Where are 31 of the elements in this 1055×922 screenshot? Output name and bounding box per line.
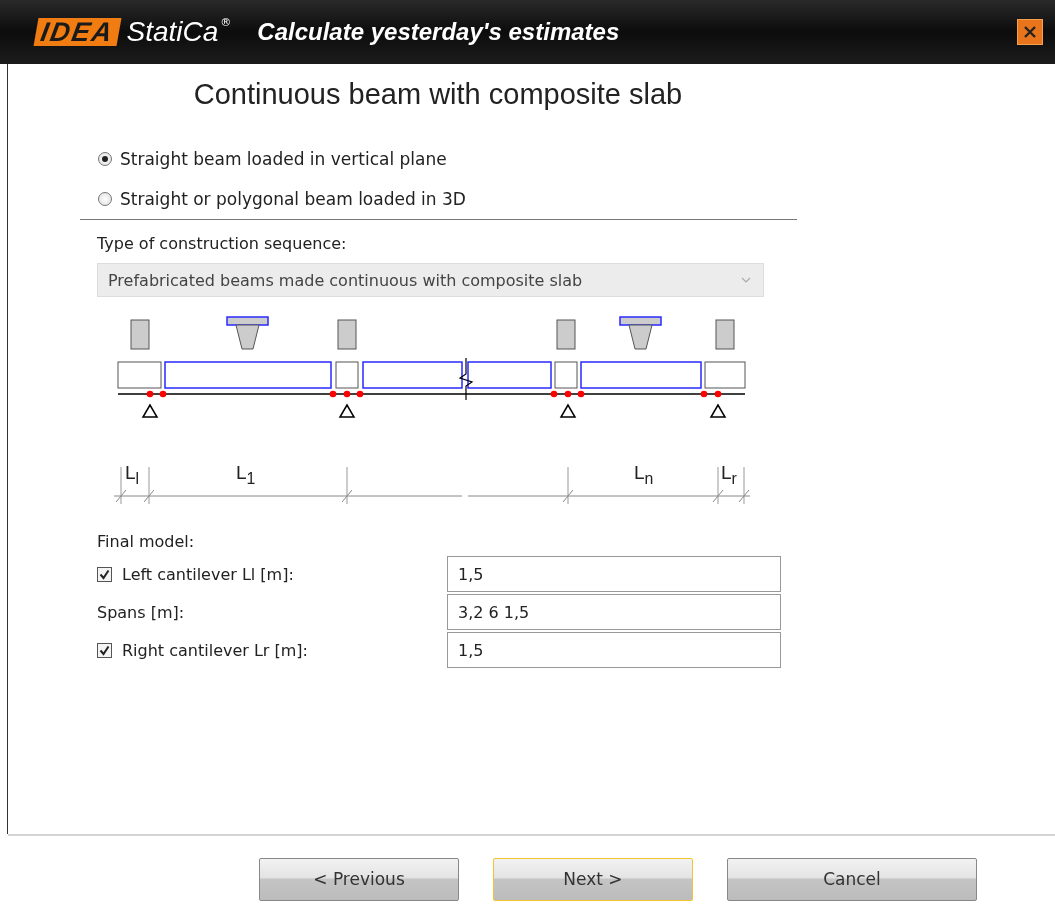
wizard-button[interactable]: < Previous	[259, 857, 459, 901]
wizard-button[interactable]: Next >	[493, 857, 693, 901]
beam-type-radio[interactable]: Straight or polygonal beam loaded in 3D	[98, 189, 1055, 209]
input-field[interactable]: 1,5	[447, 632, 781, 668]
field-label: Spans [m]:	[97, 602, 185, 622]
beam-type-radio[interactable]: Straight beam loaded in vertical plane	[98, 149, 1055, 169]
dimension-label: L$_{n}$	[634, 462, 654, 488]
dimension-label: L$_{l}$	[125, 462, 140, 488]
checkmark-icon	[99, 568, 110, 580]
radio-button[interactable]	[98, 152, 112, 166]
field-label: Left cantilever Ll [m]:	[122, 564, 294, 584]
wizard-button[interactable]: Cancel	[727, 857, 977, 901]
checkbox[interactable]	[97, 566, 112, 582]
close-icon	[1023, 25, 1037, 39]
field-label: Right cantilever Lr [m]:	[122, 640, 308, 660]
registered-mark: ®	[220, 16, 232, 29]
page-heading: Continuous beam with composite slab	[192, 78, 684, 111]
final-model-label: Final model:	[97, 532, 196, 551]
input-field[interactable]: 3,2 6 1,5	[447, 594, 781, 630]
caret-icon	[741, 277, 751, 283]
close-button[interactable]	[1017, 19, 1043, 45]
sequence-label: Type of construction sequence:	[97, 234, 348, 253]
radio-button[interactable]	[98, 192, 112, 206]
input-field[interactable]: 1,5	[447, 556, 781, 592]
logo-mark: IDEA	[33, 18, 121, 46]
dimension-label: L$_{1}$	[236, 462, 256, 488]
logo-name: StatiCa	[126, 16, 219, 48]
window-title: Calculate yesterday's estimates	[257, 18, 621, 46]
checkmark-icon	[99, 644, 110, 656]
checkbox[interactable]	[97, 642, 112, 658]
dimension-label: L$_{r}$	[721, 462, 737, 488]
